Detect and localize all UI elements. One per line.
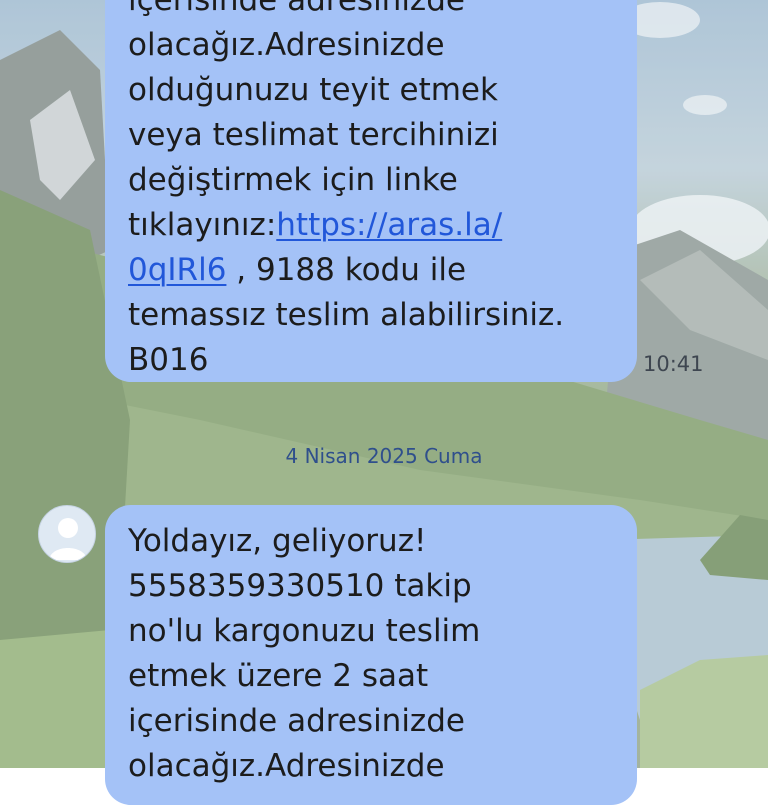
message-bubble-2[interactable]: Yoldayız, geliyoruz! 5558359330510 takip…	[105, 505, 637, 805]
message-2-line: 5558359330510 takip	[128, 568, 472, 604]
tracking-link[interactable]: https://aras.la/	[276, 207, 502, 243]
message-2-line: no'lu kargonuzu teslim	[128, 613, 481, 649]
message-2-line: olacağız.Adresinizde	[128, 748, 445, 784]
message-1-line: temassız teslim alabilirsiniz.	[128, 297, 565, 333]
message-1-line: olacağız.Adresinizde	[128, 27, 445, 63]
message-1-line: B016	[128, 342, 209, 378]
message-1-line: değiştirmek için linke	[128, 162, 458, 198]
message-1-timestamp: 10:41	[643, 352, 704, 376]
date-separator-label: 4 Nisan 2025 Cuma	[285, 444, 483, 468]
message-1-link-line: tıklayınız:https://aras.la/	[128, 203, 615, 248]
contact-avatar-icon[interactable]	[38, 505, 96, 563]
message-2-line: içerisinde adresinizde	[128, 703, 465, 739]
tracking-link-continued[interactable]: 0qIRl6	[128, 252, 226, 288]
message-2-line: etmek üzere 2 saat	[128, 658, 429, 694]
message-bubble-1[interactable]: içerisinde adresinizde olacağız.Adresini…	[105, 0, 637, 382]
message-1-line: veya teslimat tercihinizi	[128, 117, 499, 153]
message-1-link-line: 0qIRl6 , 9188 kodu ile	[128, 248, 615, 293]
date-separator: 4 Nisan 2025 Cuma	[0, 444, 768, 468]
code-text: , 9188 kodu ile	[226, 252, 467, 288]
message-1-line: içerisinde adresinizde	[128, 0, 465, 18]
link-prefix-text: tıklayınız:	[128, 207, 277, 243]
message-2-line: Yoldayız, geliyoruz!	[128, 523, 427, 559]
avatar-silhouette-icon	[49, 518, 87, 560]
message-1-line: olduğunuzu teyit etmek	[128, 72, 498, 108]
